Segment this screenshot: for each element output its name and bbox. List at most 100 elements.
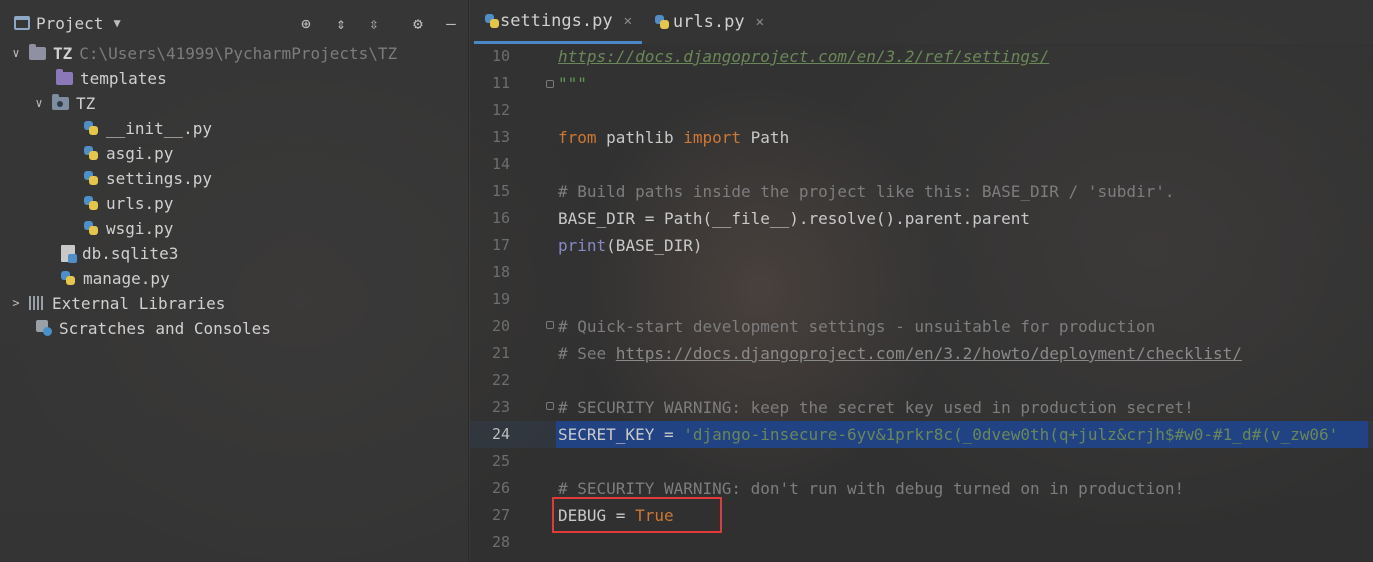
code-line-27[interactable]: DEBUG = True [558,502,674,529]
comment: # SECURITY WARNING: don't run with debug… [558,479,1185,498]
python-file-icon [83,220,99,236]
keyword: from [558,128,597,147]
code-line-10[interactable]: https://docs.djangoproject.com/en/3.2/re… [558,43,1049,70]
import-name: Path [741,128,790,147]
tree-item-scratches[interactable]: Scratches and Consoles [36,316,271,340]
line-number: 17 [491,236,510,254]
tree-item-label: settings.py [106,168,212,188]
tree-item-templates[interactable]: templates [56,66,167,90]
assignment-name: DEBUG = [558,506,636,525]
chevron-down-icon[interactable]: ∨ [33,96,45,110]
line-number: 27 [491,506,510,524]
tree-item-label: TZ [53,43,73,63]
package-folder-icon [52,93,69,110]
tree-item-init[interactable]: __init__.py [83,116,212,140]
doc-link[interactable]: https://docs.djangoproject.com/en/3.2/re… [558,47,1049,66]
line-number-current: 24 [491,425,510,443]
line-number: 11 [491,74,510,92]
libraries-icon [29,296,45,310]
database-file-icon [61,244,77,263]
chevron-down-icon[interactable]: ∨ [10,46,22,60]
scratches-icon [36,320,52,336]
comment: # Quick-start development settings - uns… [558,317,1156,336]
tree-item-label: Scratches and Consoles [59,318,271,338]
comment: # Build paths inside the project like th… [558,182,1175,201]
code-line-24[interactable]: SECRET_KEY = 'django-insecure-6yv&1prkr8… [558,421,1338,448]
python-file-icon [60,270,76,286]
line-number: 25 [491,452,510,470]
project-toolbar: Project ▼ ⊕ ⇕ ⇳ ⚙ — [0,0,469,44]
assignment-name: SECRET_KEY = [558,425,684,444]
tree-item-label: External Libraries [52,293,226,313]
code-editor[interactable]: settings.py ✕ urls.py ✕ 10 11 12 13 14 1… [470,0,1373,562]
docstring-end: """ [558,74,587,93]
tree-item-label: manage.py [83,268,170,288]
close-icon[interactable]: ✕ [624,13,632,29]
code-line-23[interactable]: # SECURITY WARNING: keep the secret key … [558,394,1194,421]
python-file-icon [83,120,99,136]
builtin-function: print [558,236,607,255]
project-panel: Project ▼ ⊕ ⇕ ⇳ ⚙ — ∨ TZ C:\Users\41999\… [0,0,469,562]
tree-item-db[interactable]: db.sqlite3 [61,241,178,265]
folder-icon [29,43,46,60]
python-file-icon [83,170,99,186]
tab-label: urls.py [672,12,745,32]
tree-item-path: C:\Users\41999\PycharmProjects\TZ [79,43,398,63]
gear-icon[interactable]: ⚙ [407,12,429,34]
line-number: 14 [491,155,510,173]
tree-item-label: db.sqlite3 [82,243,179,263]
python-file-icon [83,145,99,161]
tree-item-asgi[interactable]: asgi.py [83,141,173,165]
string-literal: 'django-insecure-6yv&1prkr8c(_0dvew0th(q… [683,425,1339,444]
python-file-icon [83,195,99,211]
project-window-icon [14,16,30,30]
line-number: 18 [491,263,510,281]
project-title: Project [36,13,104,33]
python-file-icon [484,13,499,29]
code-line-11[interactable]: """ [558,70,587,97]
tree-item-urls[interactable]: urls.py [83,191,173,215]
tree-item-label: TZ [76,93,96,113]
tree-item-tz-package[interactable]: ∨ TZ [33,91,95,115]
tab-label: settings.py [499,10,613,31]
tree-item-wsgi[interactable]: wsgi.py [83,216,173,240]
line-number: 13 [491,128,510,146]
line-number: 26 [491,479,510,497]
fold-marker-icon[interactable] [546,321,554,329]
crosshair-icon[interactable]: ⊕ [295,12,317,34]
fold-marker-icon[interactable] [546,80,554,88]
boolean-literal: True [635,506,674,525]
chevron-right-icon[interactable]: > [10,296,22,310]
chevron-down-icon: ▼ [113,16,121,30]
line-number: 28 [491,533,510,551]
minimize-icon[interactable]: — [440,12,462,34]
tab-settings[interactable]: settings.py ✕ [474,0,642,44]
tree-item-settings[interactable]: settings.py [83,166,212,190]
call-args: (BASE_DIR) [606,236,703,255]
statement: BASE_DIR = Path(__file__).resolve().pare… [558,209,1031,228]
project-view-selector[interactable]: Project ▼ [14,12,121,34]
line-number: 15 [491,182,510,200]
tree-item-label: wsgi.py [106,218,174,238]
code-line-26[interactable]: # SECURITY WARNING: don't run with debug… [558,475,1184,502]
tree-item-label: urls.py [106,193,174,213]
code-line-16[interactable]: BASE_DIR = Path(__file__).resolve().pare… [558,205,1030,232]
editor-tabs: settings.py ✕ urls.py ✕ [470,0,1373,45]
close-icon[interactable]: ✕ [756,14,764,30]
code-line-17[interactable]: print(BASE_DIR) [558,232,703,259]
code-line-15[interactable]: # Build paths inside the project like th… [558,178,1175,205]
tree-item-label: templates [80,68,167,88]
line-number: 23 [491,398,510,416]
tree-item-external-libraries[interactable]: > External Libraries [10,291,225,315]
collapse-all-icon[interactable]: ⇳ [363,12,385,34]
expand-all-icon[interactable]: ⇕ [330,12,352,34]
tree-item-root[interactable]: ∨ TZ C:\Users\41999\PycharmProjects\TZ [10,41,397,65]
tab-urls[interactable]: urls.py ✕ [644,0,774,44]
code-line-13[interactable]: from pathlib import Path [558,124,789,151]
comment-link[interactable]: https://docs.djangoproject.com/en/3.2/ho… [616,344,1242,363]
tree-item-manage[interactable]: manage.py [60,266,170,290]
line-number: 12 [491,101,510,119]
code-line-20[interactable]: # Quick-start development settings - uns… [558,313,1155,340]
fold-marker-icon[interactable] [546,402,554,410]
code-line-21[interactable]: # See https://docs.djangoproject.com/en/… [558,340,1242,367]
